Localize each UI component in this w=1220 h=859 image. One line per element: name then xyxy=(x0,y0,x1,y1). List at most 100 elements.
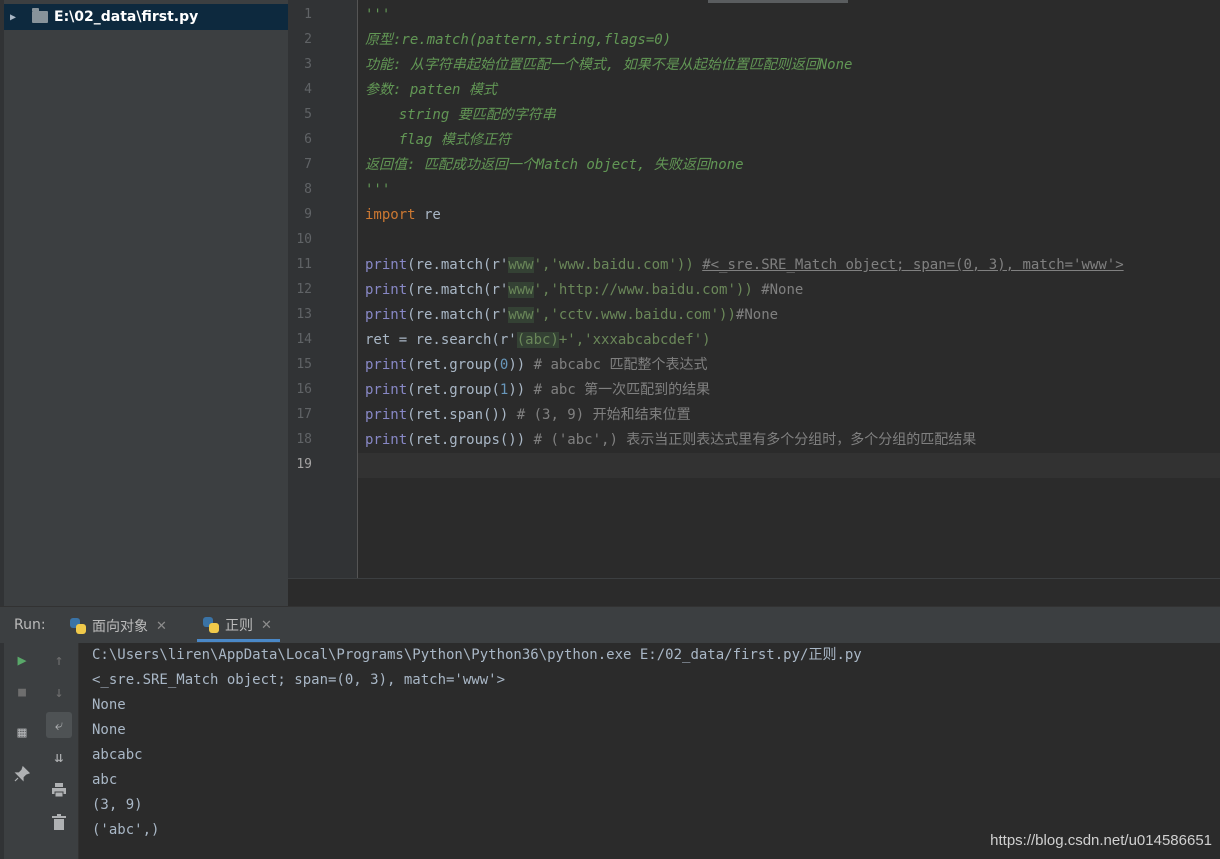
watermark: https://blog.csdn.net/u014586651 xyxy=(990,832,1212,849)
soft-wrap-icon[interactable]: ⤶ xyxy=(46,712,72,738)
comment: # abc 第一次匹配到的结果 xyxy=(533,382,711,398)
python-file-icon xyxy=(203,617,219,633)
comment: # ('abc',) 表示当正则表达式里有多个分组时，多个分组的匹配结果 xyxy=(533,432,977,448)
code-line-13: print(re.match(r'www','cctv.www.baidu.co… xyxy=(365,303,778,328)
line-number: 16 xyxy=(296,382,312,397)
code-text: ','cctv.www.baidu.com')) xyxy=(533,307,736,323)
line-number: 1 xyxy=(304,7,312,22)
code-text: )) xyxy=(508,382,534,398)
left-tool-strip xyxy=(0,0,4,606)
scroll-to-end-icon[interactable]: ⇊ xyxy=(46,744,72,770)
editor-bottom-area xyxy=(288,578,1220,607)
comment: # (3, 9) 开始和结束位置 xyxy=(516,407,691,423)
builtin-fn: print xyxy=(365,282,408,298)
tree-item-label: E:\02_data\first.py xyxy=(54,9,199,25)
code-text: ret = re.search(r' xyxy=(365,332,517,348)
builtin-fn: print xyxy=(365,307,408,323)
keyword: import xyxy=(365,207,416,223)
code-text: (re.match(r' xyxy=(407,257,509,273)
regex-pattern: www xyxy=(508,307,534,323)
line-number: 11 xyxy=(296,257,312,272)
builtin-fn: print xyxy=(365,357,408,373)
run-console-output[interactable]: C:\Users\liren\AppData\Local\Programs\Py… xyxy=(79,643,1220,859)
line-number: 3 xyxy=(304,57,312,72)
code-line-1: ''' xyxy=(365,7,391,23)
tab-run-regex[interactable]: 正则 ✕ xyxy=(197,611,280,642)
code-line-16: print(ret.group(1)) # abc 第一次匹配到的结果 xyxy=(365,378,710,403)
code-line-17: print(ret.span()) # (3, 9) 开始和结束位置 xyxy=(365,403,691,428)
rerun-icon[interactable]: ▶ xyxy=(9,647,35,673)
console-line: abcabc xyxy=(92,747,143,763)
code-line-9: import re xyxy=(365,203,441,228)
comment: #<_sre.SRE_Match object; span=(0, 3), ma… xyxy=(702,257,1124,273)
line-number: 2 xyxy=(304,32,312,47)
run-side-toolbar-2: ↑ ↓ ⤶ ⇊ xyxy=(40,643,79,859)
code-line-3: 功能: 从字符串起始位置匹配一个模式, 如果不是从起始位置匹配则返回None xyxy=(365,57,853,73)
console-line: (3, 9) xyxy=(92,797,143,813)
code-text: )) xyxy=(508,357,534,373)
comment: #None xyxy=(735,307,779,323)
console-line: abc xyxy=(92,772,118,788)
tab-label: 正则 xyxy=(225,618,253,634)
line-number: 6 xyxy=(304,132,312,147)
arrow-down-icon[interactable]: ↓ xyxy=(46,679,72,705)
trash-icon[interactable] xyxy=(46,809,72,835)
code-text: (ret.span()) xyxy=(407,407,517,423)
code-text: ','www.baidu.com')) xyxy=(533,257,703,273)
code-text: (ret.group( xyxy=(407,357,500,373)
console-line: ('abc',) xyxy=(92,822,160,838)
line-number: 13 xyxy=(296,307,312,322)
stop-icon[interactable]: ■ xyxy=(9,679,35,705)
print-icon[interactable] xyxy=(46,777,72,803)
run-toolbar-header: Run: 面向对象 ✕ 正则 ✕ xyxy=(0,606,1220,643)
run-label: Run: xyxy=(14,617,46,633)
code-line-15: print(ret.group(0)) # abcabc 匹配整个表达式 xyxy=(365,353,707,378)
line-number: 14 xyxy=(296,332,312,347)
line-number-gutter: 1 2 3 4 5 6 7 8 9 10 11 12 13 14 15 16 17 18 19 xyxy=(288,0,358,578)
tree-item-root[interactable]: ▶ E:\02_data\first.py xyxy=(4,4,288,30)
close-icon[interactable]: ✕ xyxy=(156,619,167,634)
builtin-fn: print xyxy=(365,257,408,273)
builtin-fn: print xyxy=(365,407,408,423)
line-number: 7 xyxy=(304,157,312,172)
comment: #None xyxy=(761,282,804,298)
layout-icon[interactable]: ▦ xyxy=(9,719,35,745)
code-area[interactable]: ''' 原型:re.match(pattern,string,flags=0) … xyxy=(358,0,1220,578)
code-text: re xyxy=(415,207,441,223)
builtin-fn: print xyxy=(365,432,408,448)
code-line-5: string 要匹配的字符串 xyxy=(365,107,556,123)
code-text: (re.match(r' xyxy=(407,282,509,298)
code-line-12: print(re.match(r'www','http://www.baidu.… xyxy=(365,278,803,303)
line-number: 15 xyxy=(296,357,312,372)
regex-pattern: www xyxy=(508,257,534,273)
console-line: None xyxy=(92,697,126,713)
close-icon[interactable]: ✕ xyxy=(261,618,272,633)
python-file-icon xyxy=(70,618,86,634)
code-line-18: print(ret.groups()) # ('abc',) 表示当正则表达式里… xyxy=(365,428,976,453)
code-line-4: 参数: patten 模式 xyxy=(365,82,497,98)
console-line: <_sre.SRE_Match object; span=(0, 3), mat… xyxy=(92,672,506,688)
line-number: 9 xyxy=(304,207,312,222)
line-number: 18 xyxy=(296,432,312,447)
line-number: 10 xyxy=(296,232,312,247)
console-line: C:\Users\liren\AppData\Local\Programs\Py… xyxy=(92,647,862,663)
project-panel: ▶ E:\02_data\first.py xyxy=(0,0,288,606)
code-line-2: 原型:re.match(pattern,string,flags=0) xyxy=(365,32,672,48)
pin-icon[interactable] xyxy=(9,761,35,787)
builtin-fn: print xyxy=(365,382,408,398)
line-number: 8 xyxy=(304,182,312,197)
tab-run-oop[interactable]: 面向对象 ✕ xyxy=(70,611,167,641)
console-line: None xyxy=(92,722,126,738)
arrow-up-icon[interactable]: ↑ xyxy=(46,647,72,673)
comment: # abcabc 匹配整个表达式 xyxy=(533,357,708,373)
code-line-11: print(re.match(r'www','www.baidu.com')) … xyxy=(365,253,1124,278)
tab-label: 面向对象 xyxy=(92,619,148,635)
code-editor[interactable]: 1 2 3 4 5 6 7 8 9 10 11 12 13 14 15 16 17 18 19 ''' 原型:re.… xyxy=(288,0,1220,607)
code-text: ','http://www.baidu.com')) xyxy=(533,282,762,298)
regex-pattern: www xyxy=(508,282,534,298)
expand-arrow-icon[interactable]: ▶ xyxy=(10,12,24,23)
folder-icon xyxy=(32,8,48,23)
line-number: 4 xyxy=(304,82,312,97)
code-line-14: ret = re.search(r'(abc)+','xxxabcabcdef'… xyxy=(365,328,711,353)
code-line-6: flag 模式修正符 xyxy=(365,132,511,148)
